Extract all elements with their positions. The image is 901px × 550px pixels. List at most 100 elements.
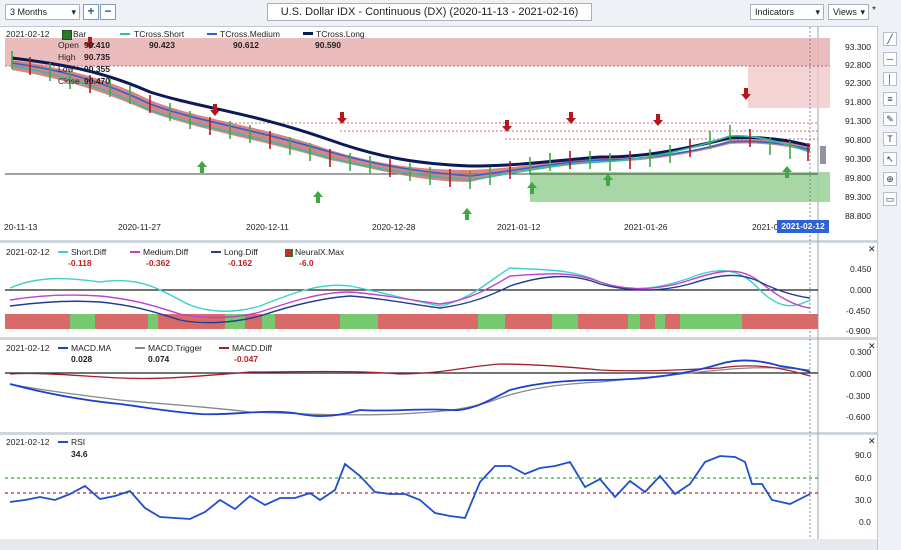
y-tick: 88.800 xyxy=(845,211,871,221)
ohlc-close-value: 90.470 xyxy=(84,76,110,86)
ohlc-high-label: High xyxy=(58,52,76,62)
y-tick: 92.800 xyxy=(845,60,871,70)
y-tick: 90.0 xyxy=(855,450,872,460)
legend-short-diff-value: -0.118 xyxy=(68,258,92,268)
close-panel-icon[interactable]: ✕ xyxy=(868,341,876,352)
trend-band xyxy=(12,60,810,182)
y-tick: 91.800 xyxy=(845,97,871,107)
neuralx-segment xyxy=(628,314,640,329)
y-tick: -0.300 xyxy=(846,391,871,401)
drawing-tools-sidebar: ╱ ─ │ ≡ ✎ T ↖ ⊕ ▭ xyxy=(877,26,901,550)
text-tool-icon[interactable]: T xyxy=(883,132,897,146)
y-tick: 89.300 xyxy=(845,192,871,202)
macd-date: 2021-02-12 xyxy=(6,343,50,353)
legend-medium-diff-value: -0.362 xyxy=(146,258,171,268)
neuralx-segment xyxy=(95,314,148,329)
legend-swatch xyxy=(285,249,293,257)
legend-long-diff-value: -0.162 xyxy=(228,258,253,268)
y-tick: 30.0 xyxy=(855,495,872,505)
legend-swatch xyxy=(58,347,68,349)
ohlc-high-value: 90.735 xyxy=(84,52,110,62)
price-bars xyxy=(11,51,809,189)
ohlc-low-label: Low xyxy=(58,64,74,74)
legend-swatch xyxy=(120,33,130,35)
y-tick: 89.800 xyxy=(845,173,871,183)
bottom-scrollbar[interactable] xyxy=(0,539,877,550)
x-tick: 20-11-13 xyxy=(4,222,38,232)
line-tool-icon[interactable]: ╱ xyxy=(883,32,897,46)
legend-tcross-medium-value: 90.612 xyxy=(233,40,259,50)
legend-swatch xyxy=(130,251,140,253)
y-tick: 0.450 xyxy=(850,264,872,274)
neuralx-segment xyxy=(478,314,505,329)
neuralx-strip xyxy=(5,314,818,329)
neuralx-segment xyxy=(70,314,95,329)
panel-splitter[interactable] xyxy=(0,240,877,243)
neuralx-segment xyxy=(275,314,340,329)
neuralx-segment xyxy=(340,314,378,329)
legend-rsi-value: 34.6 xyxy=(71,449,88,459)
buy-signal-arrow xyxy=(313,191,323,203)
close-panel-icon[interactable]: ✕ xyxy=(868,436,876,447)
legend-macd-ma-value: 0.028 xyxy=(71,354,93,364)
neuralx-segment xyxy=(640,314,655,329)
y-tick: 92.300 xyxy=(845,78,871,88)
macd-trigger-line xyxy=(9,367,811,416)
neuralx-segment xyxy=(578,314,628,329)
neuralx-segment xyxy=(5,314,70,329)
rsi-date: 2021-02-12 xyxy=(6,437,50,447)
note-tool-icon[interactable]: ▭ xyxy=(883,192,897,206)
close-panel-icon[interactable]: ✕ xyxy=(868,244,876,255)
chart-canvas xyxy=(0,27,877,550)
y-tick: 0.0 xyxy=(859,517,871,527)
legend-tcross-long: TCross.Long xyxy=(316,29,365,39)
buy-signal-arrow xyxy=(197,161,207,173)
y-tick: 0.000 xyxy=(850,285,872,295)
neuralx-segment xyxy=(552,314,578,329)
legend-medium-diff: Medium.Diff xyxy=(143,247,189,257)
panel-splitter[interactable] xyxy=(0,432,877,435)
legend-long-diff: Long.Diff xyxy=(224,247,258,257)
legend-neuralx-max-value: -6.0 xyxy=(299,258,314,268)
y-tick: 60.0 xyxy=(855,473,872,483)
resistance-zone xyxy=(5,38,830,66)
legend-rsi: RSI xyxy=(71,437,86,447)
panel-splitter[interactable] xyxy=(0,337,877,340)
ohlc-open-label: Open xyxy=(58,40,79,50)
legend-swatch xyxy=(219,347,229,349)
y-tick: -0.900 xyxy=(846,326,871,336)
legend-swatch xyxy=(207,33,217,35)
pen-tool-icon[interactable]: ✎ xyxy=(883,112,897,126)
neuralx-segment xyxy=(655,314,665,329)
vline-tool-icon[interactable]: │ xyxy=(883,72,897,86)
x-tick: 2020-12-11 xyxy=(246,222,289,232)
sell-signal-arrow xyxy=(566,112,576,124)
fib-tool-icon[interactable]: ≡ xyxy=(883,92,897,106)
legend-tcross-long-value: 90.590 xyxy=(315,40,341,50)
legend-macd-trigger-value: 0.074 xyxy=(148,354,170,364)
y-tick: 90.800 xyxy=(845,135,871,145)
bar-label: Bar xyxy=(73,29,87,39)
select-tool-icon[interactable]: ↖ xyxy=(883,152,897,166)
legend-tcross-short: TCross.Short xyxy=(134,29,185,39)
bar-icon xyxy=(62,30,72,40)
zoom-tool-icon[interactable]: ⊕ xyxy=(883,172,897,186)
legend-short-diff: Short.Diff xyxy=(71,247,107,257)
ohlc-close-label: Close xyxy=(58,76,80,86)
neuralx-segment xyxy=(742,314,818,329)
y-tick: 93.300 xyxy=(845,42,871,52)
legend-swatch xyxy=(211,251,221,253)
y-tick: 91.300 xyxy=(845,116,871,126)
current-price-marker xyxy=(820,146,826,164)
legend-tcross-short-value: 90.423 xyxy=(149,40,175,50)
sell-signal-arrow xyxy=(653,114,663,126)
legend-swatch xyxy=(135,347,145,349)
hline-tool-icon[interactable]: ─ xyxy=(883,52,897,66)
y-tick: -0.450 xyxy=(846,306,871,316)
buy-signal-arrow xyxy=(462,208,472,220)
legend-swatch xyxy=(58,251,68,253)
neuralx-segment xyxy=(378,314,478,329)
sell-signal-arrow xyxy=(502,120,512,132)
y-tick: -0.600 xyxy=(846,412,871,422)
ohlc-open-value: 90.410 xyxy=(84,40,110,50)
